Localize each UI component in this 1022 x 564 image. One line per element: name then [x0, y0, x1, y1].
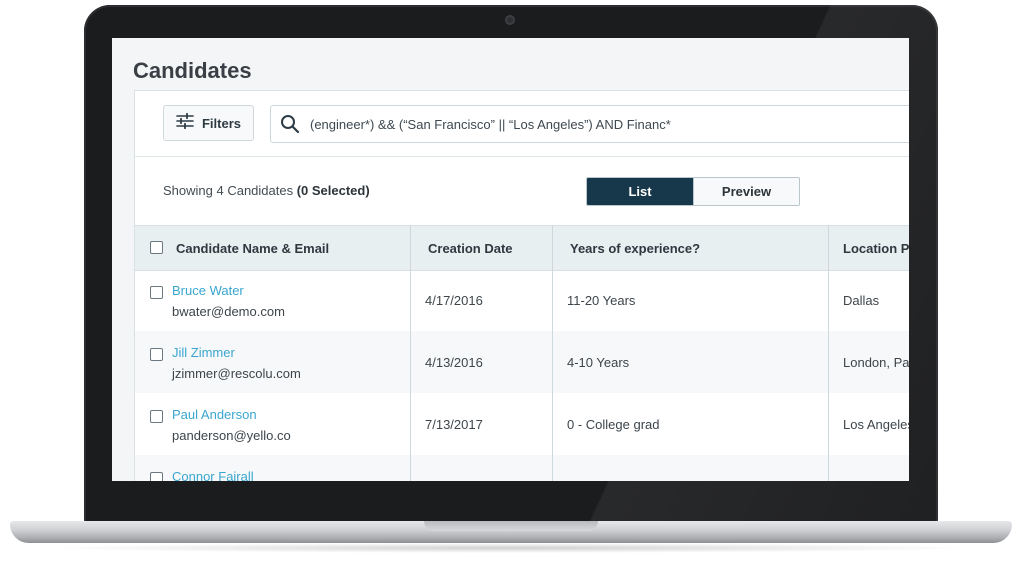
camera-icon	[505, 15, 515, 25]
view-toggle: List Preview	[586, 177, 800, 206]
creation-date: 7/13/2017	[425, 417, 483, 432]
col-years-experience[interactable]: Years of experience?	[570, 226, 700, 270]
location: Dallas	[843, 293, 880, 308]
col-candidate-name[interactable]: Candidate Name & Email	[176, 226, 329, 270]
row-checkbox[interactable]	[150, 472, 163, 481]
search-icon	[280, 114, 300, 134]
filters-button[interactable]: Filters	[163, 105, 254, 141]
row-checkbox[interactable]	[150, 410, 163, 423]
table-header: Candidate Name & Email Creation Date Yea…	[135, 225, 909, 271]
candidate-name-link[interactable]: Bruce Water	[172, 283, 244, 298]
creation-date: 4/13/2016	[425, 355, 483, 370]
filters-label: Filters	[201, 115, 241, 131]
filter-sliders-icon	[176, 112, 194, 134]
years-experience: 0 - College grad	[567, 417, 660, 432]
candidates-panel: Filters Showing 4 Candidates (0 Selected…	[134, 90, 909, 481]
location: Los Angeles	[843, 417, 909, 432]
candidate-name-link[interactable]: Paul Anderson	[172, 407, 257, 422]
candidate-email: jzimmer@rescolu.com	[172, 366, 301, 381]
selected-count: (0 Selected)	[296, 183, 370, 198]
table-row[interactable]: Bruce Water bwater@demo.com 4/17/2016 11…	[135, 269, 909, 331]
page-title: Candidates	[133, 58, 252, 83]
candidate-email: bwater@demo.com	[172, 304, 285, 319]
col-location[interactable]: Location Pre	[843, 226, 909, 270]
col-creation-date[interactable]: Creation Date	[428, 226, 513, 270]
search-box[interactable]	[270, 105, 909, 143]
years-experience: 11-20 Years	[567, 293, 636, 308]
candidate-email: panderson@yello.co	[172, 428, 291, 443]
table-row[interactable]: Connor Fairall	[135, 455, 909, 481]
laptop-shadow	[40, 543, 982, 553]
search-input[interactable]	[310, 116, 909, 132]
screen: Candidates Filters (engineer*) && (“San …	[112, 38, 909, 481]
preview-view-button[interactable]: Preview	[693, 178, 799, 205]
years-experience: 4-10 Years	[567, 355, 630, 370]
row-checkbox[interactable]	[150, 348, 163, 361]
showing-text: Showing 4 Candidates	[163, 183, 297, 198]
table-row[interactable]: Paul Anderson panderson@yello.co 7/13/20…	[135, 393, 909, 455]
column-divider	[410, 225, 411, 481]
row-checkbox[interactable]	[150, 286, 163, 299]
list-view-button[interactable]: List	[587, 178, 693, 205]
column-divider	[552, 225, 553, 481]
select-all-checkbox[interactable]	[150, 241, 163, 254]
candidate-name-link[interactable]: Jill Zimmer	[172, 345, 235, 360]
creation-date: 4/17/2016	[425, 293, 483, 308]
candidate-name-link[interactable]: Connor Fairall	[172, 469, 254, 481]
laptop-base-notch	[424, 521, 598, 531]
location: London, Par	[843, 355, 909, 370]
candidate-count: Showing 4 Candidates (0 Selected)	[163, 183, 370, 198]
toolbar-divider	[135, 156, 909, 157]
column-divider	[828, 225, 829, 481]
table-row[interactable]: Jill Zimmer jzimmer@rescolu.com 4/13/201…	[135, 331, 909, 393]
